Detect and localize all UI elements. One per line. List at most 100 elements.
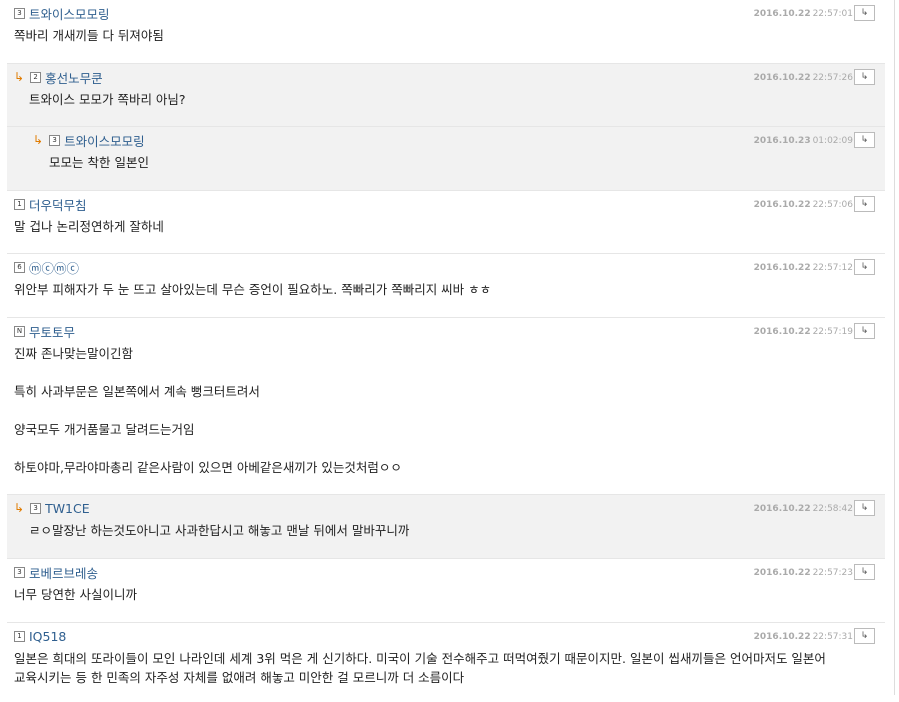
- comment-text-line: [14, 363, 873, 382]
- time-text: 22:57:01: [812, 9, 853, 19]
- comment-date: 2016.10.22 22:57:23: [754, 568, 853, 578]
- comment: 1 더우덕무침 2016.10.22 22:57:06 ↳ 말 겁나 논리정연하게 잘하네: [7, 190, 885, 253]
- reply-button[interactable]: ↳: [854, 69, 875, 85]
- comment-text-line: 교육시키는 등 한 민족의 자주성 자체를 없애려 해놓고 미안한 걸 모르니까…: [14, 670, 465, 685]
- comment: 3 로베르브레송 2016.10.22 22:57:23 ↳ 너무 당연한 사실이니까: [7, 558, 885, 622]
- comment-date: 2016.10.22 22:58:42: [754, 504, 853, 514]
- comment: 1 IQ518 2016.10.22 22:57:31 ↳ 일본은 희대의 또라이들이 모…: [7, 622, 885, 702]
- date-text: 2016.10.22: [753, 200, 811, 210]
- time-text: 22:58:42: [812, 504, 853, 514]
- comment-body: ㄹㅇ말장난 하는것도아니고 사과한답시고 해놓고 맨날 뒤에서 말바꾸니까: [29, 521, 873, 540]
- comment-text-line: 양국모두 개거품물고 달려드는거임: [14, 422, 195, 437]
- time-text: 22:57:19: [812, 327, 853, 337]
- reply-button[interactable]: ↳: [854, 500, 875, 516]
- comment-date: 2016.10.23 01:02:09: [754, 136, 853, 146]
- level-icon: 2: [30, 71, 42, 83]
- comment-header: 1 IQ518: [14, 628, 66, 644]
- author-nickname[interactable]: 홍선노무쿤: [45, 68, 103, 87]
- comment-body: 일본은 희대의 또라이들이 모인 나라인데 세계 3위 먹은 게 신기하다. 미…: [14, 649, 873, 687]
- comment-text-line: 말 겁나 논리정연하게 잘하네: [14, 219, 164, 234]
- reply-button[interactable]: ↳: [854, 628, 875, 644]
- comment-date: 2016.10.22 22:57:06: [754, 200, 853, 210]
- reply-comment: ↳ 2 홍선노무쿤 2016.10.22 22:57:26 ↳ 트와이스 모모가 쪽바리 아…: [7, 63, 885, 126]
- comment-header: ↳ 2 홍선노무쿤: [14, 68, 103, 87]
- comment-header: 6 ⓜⓒⓜⓒ: [14, 258, 79, 277]
- comment-text-line: 너무 당연한 사실이니까: [14, 587, 137, 602]
- comment-date: 2016.10.22 22:57:31: [754, 632, 853, 642]
- comment-date: 2016.10.22 22:57:12: [754, 263, 853, 273]
- time-text: 22:57:26: [812, 73, 853, 83]
- date-text: 2016.10.22: [753, 632, 811, 642]
- date-text: 2016.10.22: [753, 263, 811, 273]
- comment-body: 쪽바리 개새끼들 다 뒤져야됨: [14, 26, 873, 45]
- date-text: 2016.10.22: [753, 327, 811, 337]
- level-icon: N: [14, 325, 25, 337]
- comment-body: 진짜 존나맞는말이긴함 특히 사과부문은 일본쪽에서 계속 뻥크터트려서 양국모…: [14, 344, 873, 477]
- date-text: 2016.10.23: [753, 136, 811, 146]
- time-text: 01:02:09: [812, 136, 853, 146]
- author-nickname[interactable]: 무토토무: [29, 322, 75, 341]
- comment-body: 트와이스 모모가 쪽바리 아님?: [29, 90, 873, 109]
- author-nickname[interactable]: 트와이스모모링: [29, 4, 110, 23]
- comment-text-line: 트와이스 모모가 쪽바리 아님?: [29, 92, 186, 107]
- author-nickname[interactable]: TW1CE: [45, 501, 90, 516]
- reply-comment: ↳ 3 트와이스모모링 2016.10.23 01:02:09 ↳ 모모는 착한 일본인: [7, 126, 885, 190]
- time-text: 22:57:06: [812, 200, 853, 210]
- comment-header: ↳ 3 트와이스모모링: [33, 131, 145, 150]
- level-icon: 6: [14, 261, 25, 273]
- comment-text-line: 쪽바리 개새끼들 다 뒤져야됨: [14, 28, 164, 43]
- comment-date: 2016.10.22 22:57:19: [754, 327, 853, 337]
- reply-button[interactable]: ↳: [854, 564, 875, 580]
- comment-text-line: 하토야마,무라야마총리 같은사람이 있으면 아베같은새끼가 있는것처럼ㅇㅇ: [14, 460, 402, 475]
- reply-button[interactable]: ↳: [854, 259, 875, 275]
- reply-arrow-icon: ↳: [14, 501, 25, 515]
- comment-date: 2016.10.22 22:57:01: [754, 9, 853, 19]
- comment: 3 트와이스모모링 2016.10.22 22:57:01 ↳ 쪽바리 개새끼들 다 뒤져…: [7, 0, 885, 63]
- comment-body: 말 겁나 논리정연하게 잘하네: [14, 217, 873, 236]
- comment-text-line: [14, 439, 873, 458]
- level-icon: 1: [14, 630, 25, 642]
- comment-date: 2016.10.22 22:57:26: [754, 73, 853, 83]
- level-icon: 3: [14, 7, 25, 19]
- comment-text-line: 일본은 희대의 또라이들이 모인 나라인데 세계 3위 먹은 게 신기하다. 미…: [14, 651, 826, 666]
- reply-button[interactable]: ↳: [854, 132, 875, 148]
- time-text: 22:57:23: [812, 568, 853, 578]
- comment-text-line: 특히 사과부문은 일본쪽에서 계속 뻥크터트려서: [14, 384, 260, 399]
- author-nickname[interactable]: 더우덕무침: [29, 195, 87, 214]
- author-nickname[interactable]: 로베르브레송: [29, 563, 98, 582]
- comment-body: 너무 당연한 사실이니까: [14, 585, 873, 604]
- date-text: 2016.10.22: [753, 9, 811, 19]
- reply-button[interactable]: ↳: [854, 196, 875, 212]
- comment-text-line: 모모는 착한 일본인: [49, 155, 149, 170]
- level-icon: 3: [49, 134, 61, 146]
- comment-text-line: 위안부 피해자가 두 눈 뜨고 살아있는데 무슨 증언이 필요하노. 쪽빠리가 …: [14, 282, 492, 297]
- reply-button[interactable]: ↳: [854, 323, 875, 339]
- level-icon: 1: [14, 198, 25, 210]
- comment-text-line: 진짜 존나맞는말이긴함: [14, 346, 133, 361]
- reply-arrow-icon: ↳: [33, 133, 44, 147]
- scrollbar[interactable]: [894, 0, 895, 695]
- date-text: 2016.10.22: [753, 504, 811, 514]
- reply-button[interactable]: ↳: [854, 5, 875, 21]
- comment-text-line: ㄹㅇ말장난 하는것도아니고 사과한답시고 해놓고 맨날 뒤에서 말바꾸니까: [29, 523, 410, 538]
- author-nickname[interactable]: 트와이스모모링: [64, 131, 145, 150]
- comment-body: 위안부 피해자가 두 눈 뜨고 살아있는데 무슨 증언이 필요하노. 쪽빠리가 …: [14, 280, 873, 299]
- author-nickname[interactable]: ⓜⓒⓜⓒ: [29, 258, 79, 277]
- level-icon: 3: [14, 566, 25, 578]
- author-nickname[interactable]: IQ518: [29, 629, 66, 644]
- comment: 6 ⓜⓒⓜⓒ 2016.10.22 22:57:12 ↳ 위안부 피해자가 두 눈 뜨고 …: [7, 253, 885, 317]
- comment-header: 3 트와이스모모링: [14, 4, 110, 23]
- date-text: 2016.10.22: [753, 568, 811, 578]
- comment: N 무토토무 2016.10.22 22:57:19 ↳ 진짜 존나맞는말이긴함 특히 사…: [7, 317, 885, 494]
- comment-header: 1 더우덕무침: [14, 195, 87, 214]
- reply-comment: ↳ 3 TW1CE 2016.10.22 22:58:42 ↳ ㄹㅇ말장난 하는것도아니고 …: [7, 494, 885, 558]
- comment-header: ↳ 3 TW1CE: [14, 500, 90, 516]
- time-text: 22:57:31: [812, 632, 853, 642]
- level-icon: 3: [30, 502, 42, 514]
- reply-arrow-icon: ↳: [14, 70, 25, 84]
- comment-body: 모모는 착한 일본인: [49, 153, 873, 172]
- comment-header: N 무토토무: [14, 322, 75, 341]
- date-text: 2016.10.22: [753, 73, 811, 83]
- time-text: 22:57:12: [812, 263, 853, 273]
- comment-text-line: [14, 401, 873, 420]
